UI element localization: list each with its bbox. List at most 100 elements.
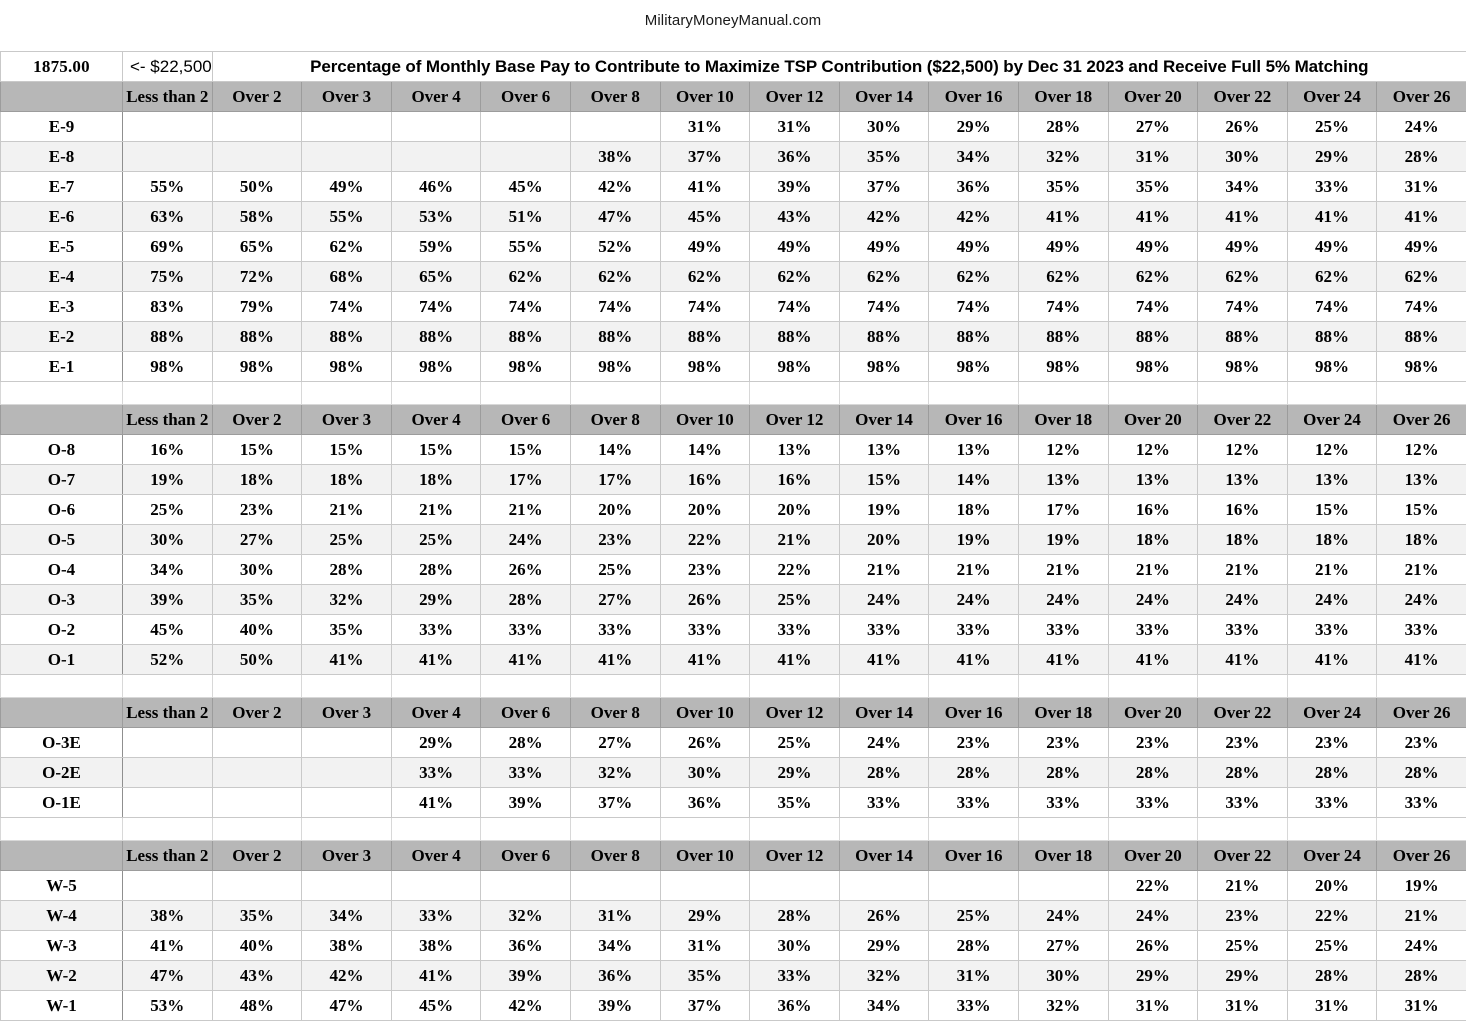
table-row: W-2 47% 43% 42% 41% 39% 36% 35% 33% 32% 31% 30% 29% 2… [0, 960, 1466, 991]
pct-cell: 15% [390, 434, 482, 465]
pct-cell [1017, 870, 1109, 901]
pct-cell: 98% [1286, 351, 1378, 382]
pct-cell: 24% [1376, 111, 1466, 142]
pct-cell: 24% [838, 727, 930, 758]
pct-cell: 88% [122, 321, 213, 352]
pct-cell: 74% [1376, 291, 1466, 322]
pct-cell: 23% [211, 494, 303, 525]
pct-cell: 37% [838, 171, 930, 202]
rank-label-w-4: W-4 [0, 900, 123, 931]
spacer-cell [928, 381, 1019, 405]
column-header-9: Over 16 [928, 697, 1019, 728]
pct-cell: 88% [1107, 321, 1199, 352]
pct-cell: 24% [928, 584, 1019, 615]
spacer-cell [1376, 381, 1466, 405]
spacer-cell [569, 817, 661, 841]
pct-cell: 83% [122, 291, 213, 322]
pct-cell: 21% [1286, 554, 1378, 585]
pct-cell: 74% [1107, 291, 1199, 322]
column-header-3: Over 4 [390, 81, 482, 112]
pct-cell: 13% [1286, 464, 1378, 495]
monthly-max-value: 1875.00 [0, 51, 123, 82]
pct-cell: 62% [1107, 261, 1199, 292]
pct-cell: 20% [659, 494, 751, 525]
pct-cell: 28% [928, 930, 1019, 961]
pct-cell [569, 111, 661, 142]
pct-cell: 33% [390, 900, 482, 931]
pct-cell: 98% [390, 351, 482, 382]
pct-cell: 25% [390, 524, 482, 555]
pct-cell: 49% [1376, 231, 1466, 262]
column-header-3: Over 4 [390, 404, 482, 435]
pct-cell: 98% [122, 351, 213, 382]
pct-cell: 28% [1017, 111, 1109, 142]
pct-cell: 88% [480, 321, 571, 352]
table-row: W-4 38% 35% 34% 33% 32% 31% 29% 28% 26% 25% 24% 24% 2… [0, 900, 1466, 931]
column-header-5: Over 8 [569, 404, 661, 435]
pct-cell: 20% [569, 494, 661, 525]
table-row: E-4 75% 72% 68% 65% 62% 62% 62% 62% 62% 62% 62% 62% 6… [0, 261, 1466, 292]
spacer-cell [480, 381, 571, 405]
spacer-cell [122, 817, 213, 841]
table-row: O-4 34% 30% 28% 28% 26% 25% 23% 22% 21% 21% 21% 21% 2… [0, 554, 1466, 585]
column-header-2: Over 3 [301, 840, 392, 871]
pct-cell: 88% [749, 321, 840, 352]
pct-cell: 68% [301, 261, 392, 292]
rank-label-o-2e: O-2E [0, 757, 123, 788]
pct-cell: 63% [122, 201, 213, 232]
pct-cell: 30% [211, 554, 303, 585]
pct-cell: 27% [569, 727, 661, 758]
pct-cell: 42% [569, 171, 661, 202]
column-header-13: Over 24 [1286, 81, 1378, 112]
spacer-cell [1017, 817, 1109, 841]
pct-cell: 24% [1107, 900, 1199, 931]
pct-cell: 55% [480, 231, 571, 262]
pct-cell: 98% [1017, 351, 1109, 382]
pct-cell: 41% [122, 930, 213, 961]
pct-cell: 34% [928, 141, 1019, 172]
column-header-1: Over 2 [211, 81, 303, 112]
pct-cell: 62% [928, 261, 1019, 292]
pct-cell: 62% [659, 261, 751, 292]
pct-cell: 22% [749, 554, 840, 585]
pct-cell: 21% [480, 494, 571, 525]
pct-cell: 62% [749, 261, 840, 292]
pct-cell: 30% [1017, 960, 1109, 991]
column-header-0: Less than 2 [122, 81, 213, 112]
pct-cell: 98% [838, 351, 930, 382]
pct-cell: 26% [1107, 930, 1199, 961]
pct-cell: 24% [1286, 584, 1378, 615]
pct-cell: 21% [1017, 554, 1109, 585]
pct-cell: 41% [1197, 644, 1288, 675]
pct-cell [301, 870, 392, 901]
rank-label-o-1: O-1 [0, 644, 123, 675]
pct-cell [122, 787, 213, 818]
pct-cell: 74% [1197, 291, 1288, 322]
pct-cell: 24% [480, 524, 571, 555]
pct-cell: 74% [569, 291, 661, 322]
pct-cell: 98% [659, 351, 751, 382]
pct-cell: 21% [749, 524, 840, 555]
pct-cell: 42% [301, 960, 392, 991]
column-header-13: Over 24 [1286, 404, 1378, 435]
pct-cell: 31% [1107, 141, 1199, 172]
column-header-9: Over 16 [928, 840, 1019, 871]
pct-cell: 27% [1107, 111, 1199, 142]
rank-label-o-7: O-7 [0, 464, 123, 495]
pct-cell: 23% [1286, 727, 1378, 758]
pct-cell [211, 727, 303, 758]
pct-cell: 49% [749, 231, 840, 262]
pct-cell: 29% [1286, 141, 1378, 172]
pct-cell: 52% [569, 231, 661, 262]
spacer-cell [838, 381, 930, 405]
pct-cell: 39% [480, 960, 571, 991]
pct-cell: 49% [1017, 231, 1109, 262]
pct-cell: 29% [838, 930, 930, 961]
spacer-cell [1286, 817, 1378, 841]
column-header-11: Over 20 [1107, 404, 1199, 435]
pct-cell [301, 727, 392, 758]
pct-cell: 33% [390, 614, 482, 645]
pct-cell: 62% [1197, 261, 1288, 292]
pct-cell: 20% [1286, 870, 1378, 901]
pct-cell: 62% [1017, 261, 1109, 292]
